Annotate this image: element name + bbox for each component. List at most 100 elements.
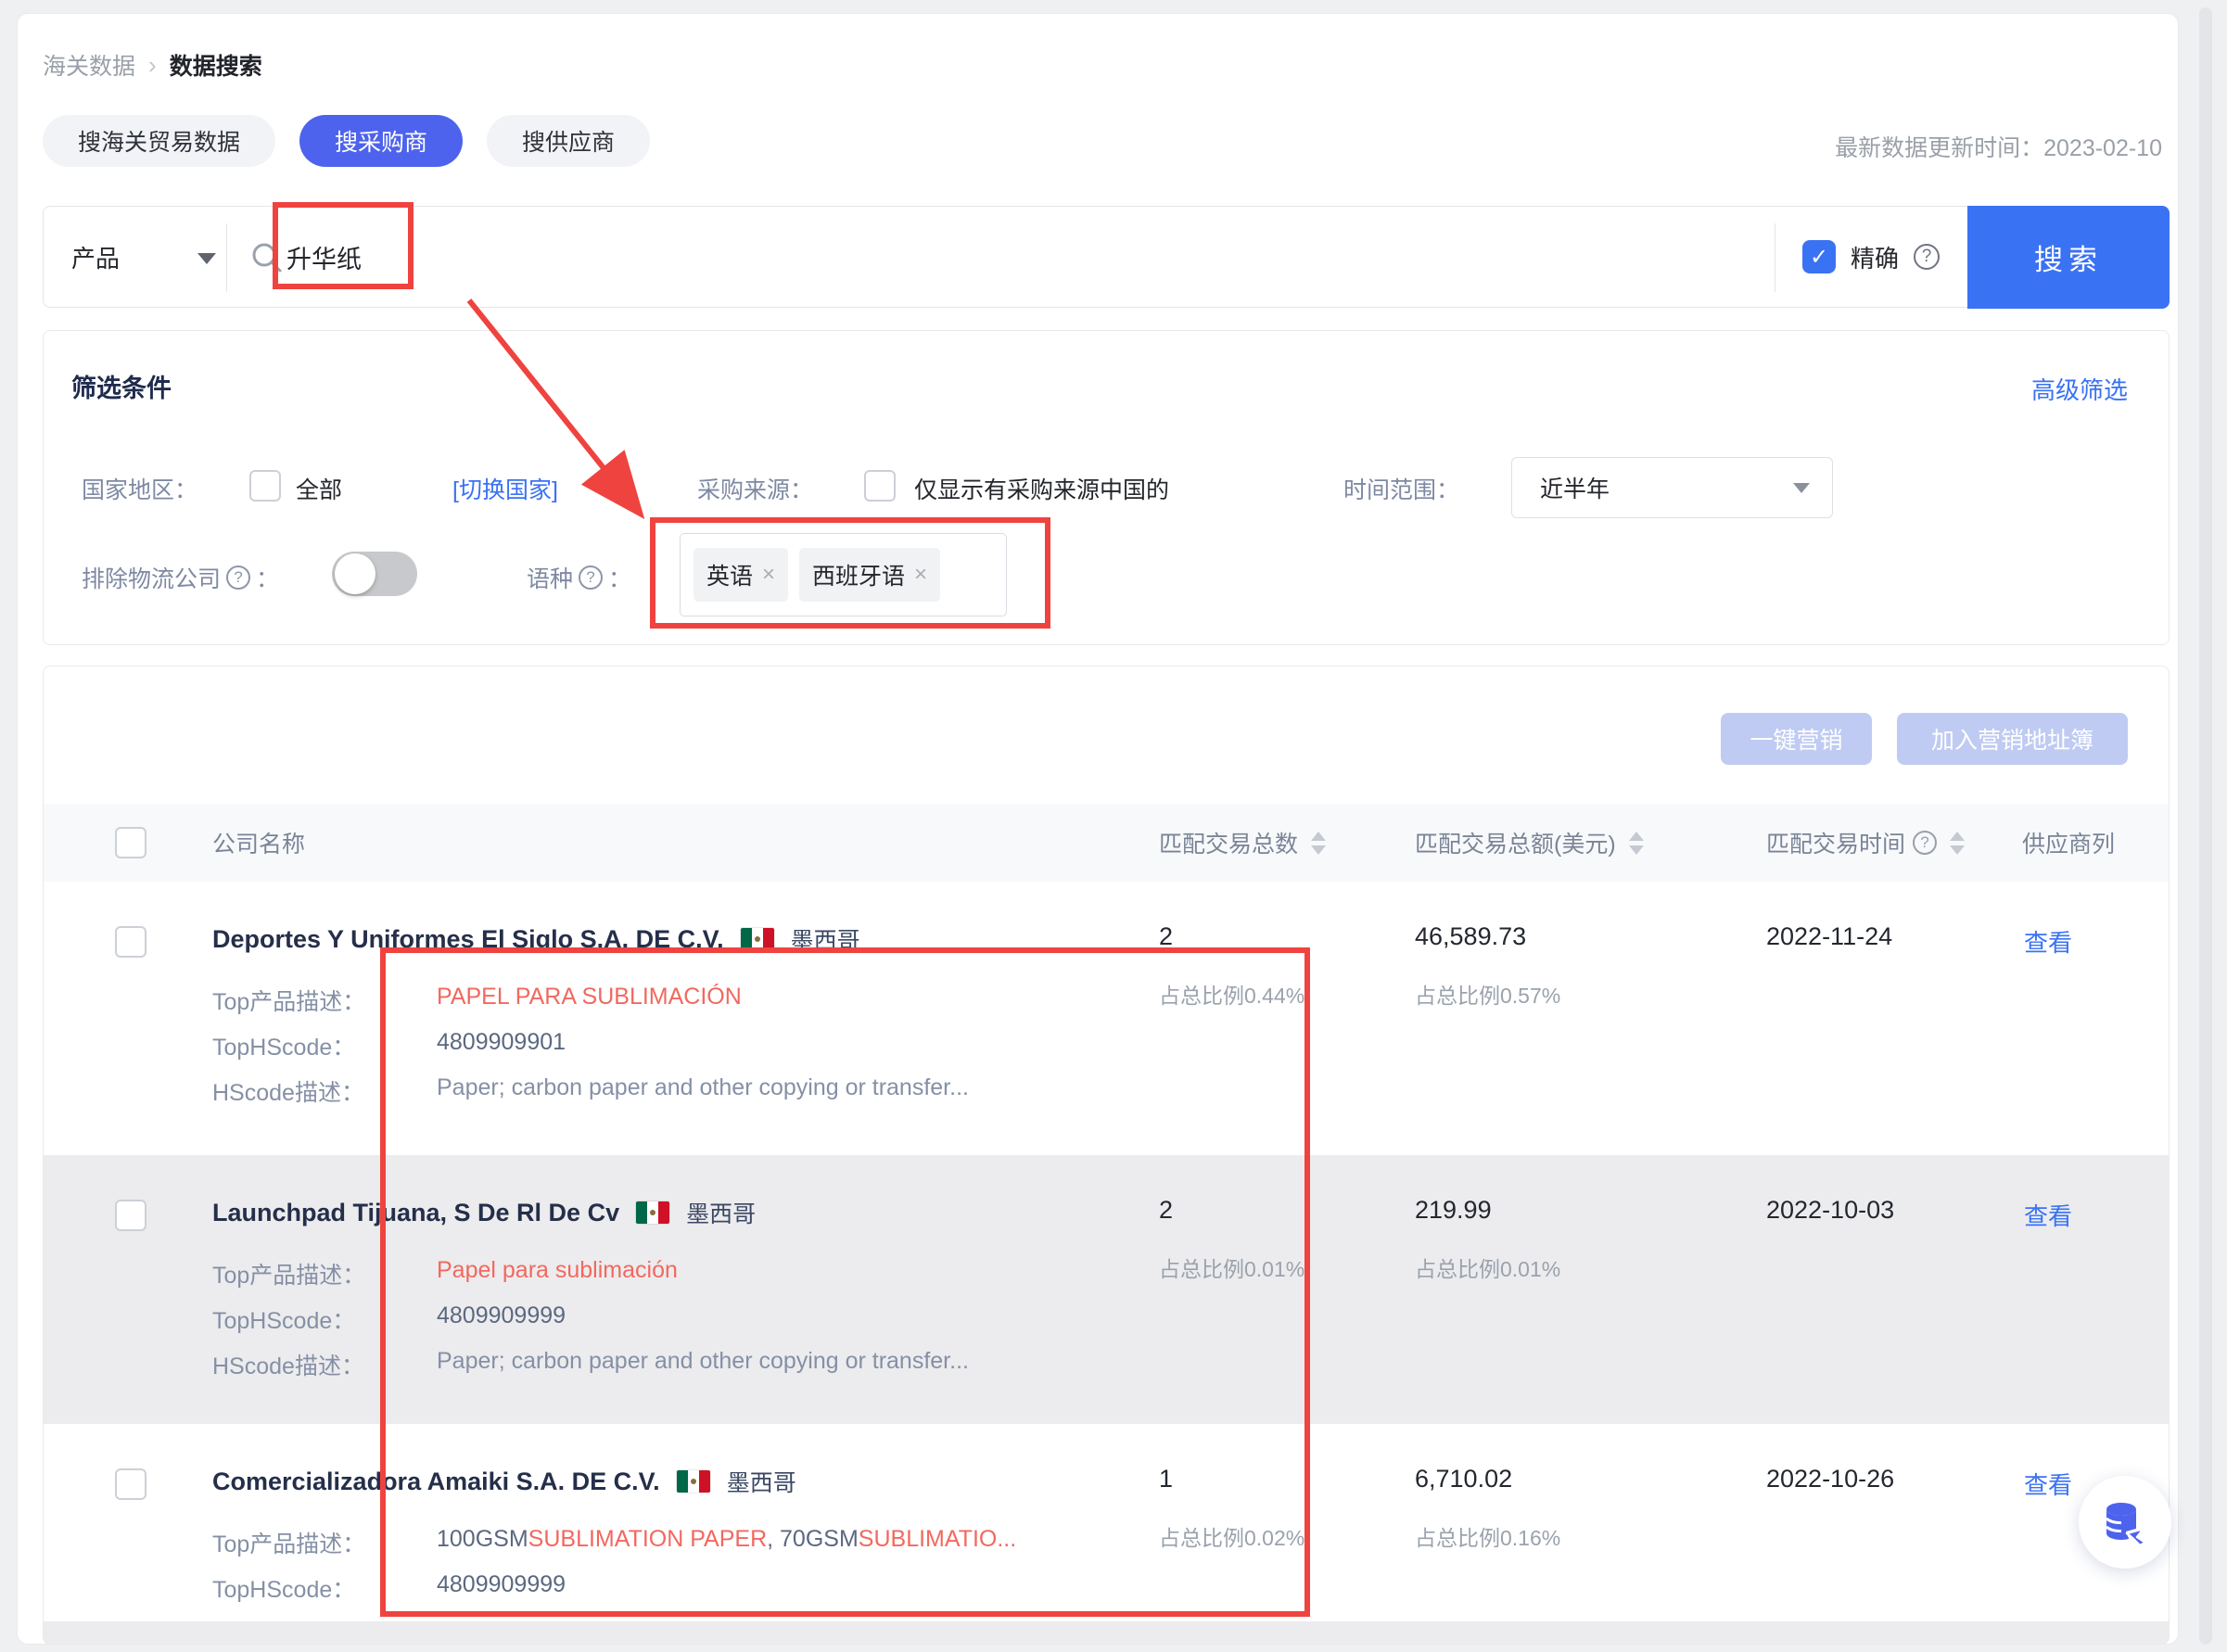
company-line: Deportes Y Uniformes El Siglo S.A. DE C.… bbox=[212, 922, 860, 956]
breadcrumb-section[interactable]: 海关数据 bbox=[43, 48, 135, 82]
exclude-logistics-toggle[interactable] bbox=[332, 552, 417, 596]
update-time-label: 最新数据更新时间： bbox=[1835, 135, 2043, 161]
country-name: 墨西哥 bbox=[727, 1465, 796, 1498]
sort-icon[interactable] bbox=[1311, 832, 1326, 855]
breadcrumb-current: 数据搜索 bbox=[170, 48, 262, 82]
filter-title: 筛选条件 bbox=[71, 368, 172, 404]
match-amount-ratio: 占总比例0.57% bbox=[1415, 978, 1560, 1010]
country-filter-label: 国家地区： bbox=[82, 472, 197, 505]
view-link[interactable]: 查看 bbox=[2024, 1198, 2072, 1232]
tab-trade-data[interactable]: 搜海关贸易数据 bbox=[43, 115, 275, 167]
match-count: 2 bbox=[1159, 1196, 1173, 1225]
col-time-label: 匹配交易时间 bbox=[1766, 826, 1905, 859]
desc-highlight: PAPEL PARA SUBLIMACIÓN bbox=[437, 984, 742, 1017]
language-filter-label: 语种 ? ： bbox=[527, 561, 631, 594]
question-circle-icon[interactable]: ? bbox=[579, 565, 603, 590]
col-count-label: 匹配交易总数 bbox=[1159, 826, 1298, 859]
divider bbox=[226, 223, 227, 292]
question-circle-icon[interactable]: ? bbox=[1913, 831, 1937, 855]
chevron-down-icon bbox=[1793, 483, 1810, 493]
search-button[interactable]: 搜索 bbox=[1967, 206, 2170, 309]
exact-match-group: ✓ 精确 ? bbox=[1802, 207, 1940, 307]
mexico-flag-icon bbox=[741, 928, 774, 950]
one-click-marketing-button[interactable]: 一键营销 bbox=[1721, 713, 1872, 765]
chevron-down-icon bbox=[197, 253, 216, 264]
match-count-ratio: 占总比例0.01% bbox=[1159, 1252, 1304, 1283]
exact-label: 精确 bbox=[1851, 240, 1899, 274]
match-count: 2 bbox=[1159, 922, 1173, 951]
country-all-checkbox[interactable] bbox=[249, 470, 281, 502]
top-product-desc-line: Top产品描述： Papel para sublimación bbox=[212, 1257, 678, 1290]
desc-text: 100GSM bbox=[437, 1526, 528, 1559]
company-name[interactable]: Comercializadora Amaiki S.A. DE C.V. bbox=[212, 1468, 660, 1496]
match-amount-ratio: 占总比例0.01% bbox=[1415, 1252, 1560, 1283]
colon-text: ： bbox=[256, 561, 279, 594]
language-label-text: 语种 bbox=[527, 561, 573, 594]
search-icon bbox=[249, 240, 285, 280]
advanced-filter-link[interactable]: 高级筛选 bbox=[2031, 372, 2128, 406]
company-line: Launchpad Tijuana, S De Rl De Cv 墨西哥 bbox=[212, 1196, 756, 1229]
desc-highlight: SUBLIMATIO... bbox=[859, 1526, 1016, 1559]
match-date: 2022-10-03 bbox=[1766, 1196, 1894, 1225]
breadcrumb: 海关数据 › 数据搜索 bbox=[43, 48, 262, 82]
exact-checkbox[interactable]: ✓ bbox=[1802, 240, 1836, 273]
sort-icon[interactable] bbox=[1950, 832, 1965, 855]
company-name[interactable]: Launchpad Tijuana, S De Rl De Cv bbox=[212, 1199, 619, 1227]
question-circle-icon[interactable]: ? bbox=[226, 565, 250, 590]
tag-label: 西班牙语 bbox=[812, 558, 905, 591]
hscode-desc-value: Paper; carbon paper and other copying or… bbox=[437, 1348, 969, 1381]
question-circle-icon[interactable]: ? bbox=[1914, 244, 1940, 270]
time-range-select[interactable]: 近半年 bbox=[1511, 457, 1833, 518]
table-row: Launchpad Tijuana, S De Rl De Cv 墨西哥 Top… bbox=[44, 1155, 2170, 1424]
time-range-label: 时间范围： bbox=[1343, 472, 1459, 505]
source-label-text: 采购来源： bbox=[697, 472, 813, 505]
close-icon[interactable]: × bbox=[762, 562, 775, 588]
col-count: 匹配交易总数 bbox=[1159, 804, 1326, 882]
col-amount-label: 匹配交易总额(美元) bbox=[1415, 826, 1616, 859]
search-input[interactable] bbox=[286, 209, 935, 305]
data-assistant-float-button[interactable] bbox=[2079, 1476, 2171, 1569]
sort-icon[interactable] bbox=[1629, 832, 1644, 855]
hscode-desc-label: HScode描述： bbox=[212, 1348, 437, 1381]
table-row: Deportes Y Uniformes El Siglo S.A. DE C.… bbox=[44, 882, 2170, 1155]
vertical-scrollbar[interactable] bbox=[2199, 7, 2212, 1645]
select-all-checkbox[interactable] bbox=[115, 827, 146, 858]
row-checkbox[interactable] bbox=[115, 926, 146, 958]
row-checkbox[interactable] bbox=[115, 1468, 146, 1500]
view-link[interactable]: 查看 bbox=[2024, 1467, 2072, 1501]
top-product-desc-line: Top产品描述： 100GSM SUBLIMATION PAPER , 70GS… bbox=[212, 1526, 1016, 1559]
view-link[interactable]: 查看 bbox=[2024, 924, 2072, 959]
language-tags-box[interactable]: 英语 × 西班牙语 × bbox=[680, 533, 1007, 616]
top-hscode-line: TopHScode： 4809909999 bbox=[212, 1571, 566, 1605]
search-mode-tabs: 搜海关贸易数据 搜采购商 搜供应商 bbox=[43, 115, 650, 167]
source-filter-label: 采购来源： bbox=[697, 472, 813, 505]
match-count-ratio: 占总比例0.44% bbox=[1159, 978, 1304, 1010]
country-label-text: 国家地区： bbox=[82, 472, 197, 505]
time-label-text: 时间范围： bbox=[1343, 472, 1459, 505]
tab-suppliers[interactable]: 搜供应商 bbox=[487, 115, 650, 167]
match-amount-ratio: 占总比例0.16% bbox=[1415, 1520, 1560, 1552]
search-category-value: 产品 bbox=[71, 240, 120, 274]
company-name[interactable]: Deportes Y Uniformes El Siglo S.A. DE C.… bbox=[212, 925, 724, 954]
switch-country-link[interactable]: [切换国家] bbox=[452, 472, 558, 505]
hscode-label: TopHScode： bbox=[212, 1571, 437, 1605]
data-update-time: 最新数据更新时间：2023-02-10 bbox=[1835, 130, 2162, 163]
col-company: 公司名称 bbox=[212, 804, 305, 882]
search-bar: 产品 ✓ 精确 ? 搜索 bbox=[43, 206, 2170, 308]
logistics-label-text: 排除物流公司 bbox=[82, 561, 221, 594]
table-row: Comercializadora Amaiki S.A. DE C.V. 墨西哥… bbox=[44, 1424, 2170, 1621]
tab-buyers[interactable]: 搜采购商 bbox=[299, 115, 463, 167]
hscode-label: TopHScode： bbox=[212, 1303, 437, 1336]
add-to-address-book-button[interactable]: 加入营销地址簿 bbox=[1897, 713, 2128, 765]
match-date: 2022-10-26 bbox=[1766, 1465, 1894, 1493]
source-china-checkbox[interactable] bbox=[864, 470, 896, 502]
hscode-desc-line: HScode描述： Paper; carbon paper and other … bbox=[212, 1074, 969, 1108]
country-name: 墨西哥 bbox=[686, 1196, 756, 1229]
row-checkbox[interactable] bbox=[115, 1200, 146, 1231]
close-icon[interactable]: × bbox=[914, 562, 927, 588]
hscode-value: 4809909999 bbox=[437, 1571, 566, 1605]
col-time: 匹配交易时间 ? bbox=[1766, 804, 1965, 882]
desc-label: Top产品描述： bbox=[212, 1526, 437, 1559]
top-product-desc-line: Top产品描述： PAPEL PARA SUBLIMACIÓN bbox=[212, 984, 742, 1017]
top-hscode-line: TopHScode： 4809909901 bbox=[212, 1029, 566, 1062]
